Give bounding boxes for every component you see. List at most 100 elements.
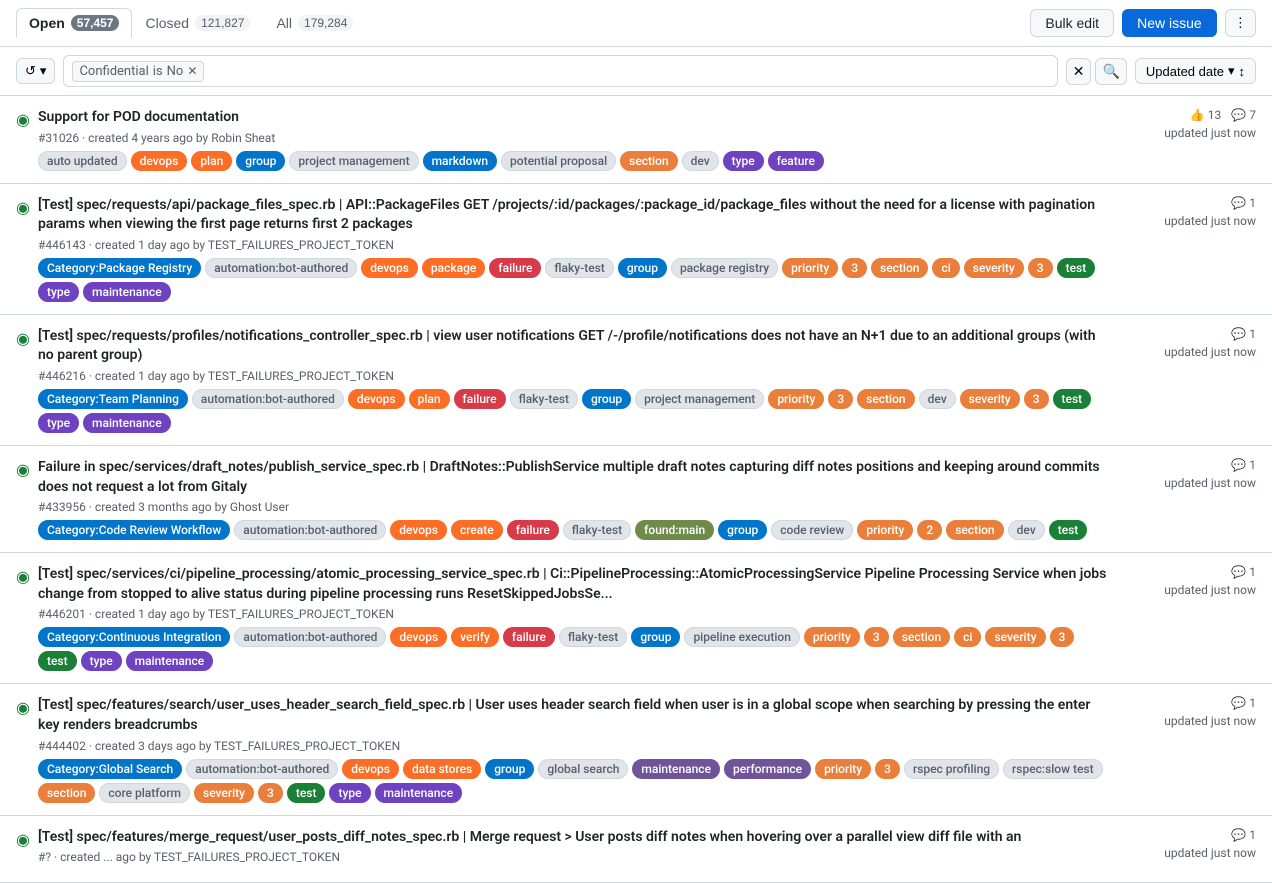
issue-label[interactable]: priority — [782, 258, 838, 278]
issue-label[interactable]: devops — [131, 151, 188, 171]
issue-label[interactable]: test — [1057, 258, 1096, 278]
issue-label[interactable]: Category:Continuous Integration — [38, 627, 230, 647]
issue-label[interactable]: feature — [768, 151, 824, 171]
issue-label[interactable]: section — [38, 783, 95, 803]
issue-label[interactable]: auto updated — [38, 151, 127, 171]
issue-label[interactable]: rspec:slow test — [1003, 759, 1103, 779]
issue-label[interactable]: global search — [538, 759, 628, 779]
issue-label[interactable]: failure — [503, 627, 555, 647]
issue-title-link[interactable]: Failure in spec/services/draft_notes/pub… — [38, 459, 1100, 495]
issue-title-link[interactable]: [Test] spec/features/merge_request/user_… — [38, 829, 1021, 845]
issue-label[interactable]: rspec profiling — [904, 759, 999, 779]
issue-label[interactable]: data stores — [403, 759, 481, 779]
issue-label[interactable]: severity — [960, 389, 1020, 409]
issue-label[interactable]: section — [871, 258, 928, 278]
issue-label[interactable]: dev — [1008, 520, 1045, 540]
issue-label[interactable]: create — [451, 520, 503, 540]
issue-title-link[interactable]: Support for POD documentation — [38, 109, 239, 125]
new-issue-button[interactable]: New issue — [1122, 9, 1217, 37]
issue-label[interactable]: severity — [964, 258, 1024, 278]
issue-label[interactable]: automation:bot-authored — [186, 759, 338, 779]
issue-label[interactable]: found:main — [635, 520, 714, 540]
issue-label[interactable]: automation:bot-authored — [234, 627, 386, 647]
issue-title-link[interactable]: [Test] spec/services/ci/pipeline_process… — [38, 566, 1106, 602]
issue-label[interactable]: severity — [985, 627, 1045, 647]
issue-label[interactable]: Category:Code Review Workflow — [38, 520, 230, 540]
issue-label[interactable]: ci — [954, 627, 981, 647]
issue-label[interactable]: 3 — [842, 258, 867, 278]
issue-label[interactable]: devops — [361, 258, 418, 278]
issue-label[interactable]: package — [422, 258, 485, 278]
issue-label[interactable]: test — [1053, 389, 1092, 409]
issue-label[interactable]: potential proposal — [501, 151, 616, 171]
issue-label[interactable]: priority — [815, 759, 871, 779]
issue-title-link[interactable]: [Test] spec/features/search/user_uses_he… — [38, 697, 1090, 733]
issue-label[interactable]: type — [38, 413, 79, 433]
issue-label[interactable]: Category:Global Search — [38, 759, 182, 779]
issue-label[interactable]: type — [723, 151, 764, 171]
issue-label[interactable]: project management — [289, 151, 418, 171]
issue-label[interactable]: severity — [194, 783, 254, 803]
issue-label[interactable]: maintenance — [375, 783, 463, 803]
issue-label[interactable]: devops — [342, 759, 399, 779]
filter-history-button[interactable]: ↺ ▾ — [16, 58, 55, 84]
issue-label[interactable]: 3 — [1028, 258, 1053, 278]
issue-label[interactable]: automation:bot-authored — [205, 258, 357, 278]
issue-title-link[interactable]: [Test] spec/requests/api/package_files_s… — [38, 197, 1095, 233]
issue-label[interactable]: section — [893, 627, 950, 647]
issue-label[interactable]: type — [329, 783, 370, 803]
issue-label[interactable]: plan — [191, 151, 232, 171]
issue-label[interactable]: 3 — [1050, 627, 1075, 647]
issue-label[interactable]: dev — [919, 389, 956, 409]
issue-label[interactable]: plan — [409, 389, 450, 409]
issue-label[interactable]: performance — [724, 759, 811, 779]
issue-label[interactable]: test — [1049, 520, 1088, 540]
issue-label[interactable]: flaky-test — [510, 389, 578, 409]
issue-label[interactable]: Category:Team Planning — [38, 389, 188, 409]
tab-all[interactable]: All 179,284 — [263, 8, 366, 38]
tab-closed[interactable]: Closed 121,827 — [132, 8, 263, 38]
issue-label[interactable]: group — [582, 389, 631, 409]
issue-label[interactable]: priority — [768, 389, 824, 409]
issue-label[interactable]: failure — [454, 389, 506, 409]
issue-label[interactable]: priority — [857, 520, 913, 540]
issue-label[interactable]: section — [857, 389, 914, 409]
issue-label[interactable]: 3 — [828, 389, 853, 409]
issue-label[interactable]: test — [287, 783, 326, 803]
bulk-edit-button[interactable]: Bulk edit — [1030, 9, 1114, 37]
issue-label[interactable]: package registry — [671, 258, 778, 278]
issue-label[interactable]: failure — [489, 258, 541, 278]
issue-label[interactable]: core platform — [99, 783, 190, 803]
issue-label[interactable]: 3 — [258, 783, 283, 803]
issue-label[interactable]: section — [946, 520, 1003, 540]
issue-label[interactable]: maintenance — [83, 282, 171, 302]
issue-label[interactable]: devops — [390, 520, 447, 540]
issue-label[interactable]: devops — [348, 389, 405, 409]
issue-label[interactable]: flaky-test — [559, 627, 627, 647]
issue-label[interactable]: group — [485, 759, 534, 779]
issue-label[interactable]: ci — [932, 258, 959, 278]
issue-label[interactable]: devops — [390, 627, 447, 647]
issue-label[interactable]: automation:bot-authored — [234, 520, 386, 540]
search-button[interactable]: 🔍 — [1095, 58, 1126, 85]
issue-label[interactable]: type — [38, 282, 79, 302]
issue-label[interactable]: Category:Package Registry — [38, 258, 201, 278]
issue-label[interactable]: group — [718, 520, 767, 540]
issue-label[interactable]: automation:bot-authored — [192, 389, 344, 409]
issue-label[interactable]: code review — [771, 520, 853, 540]
issue-label[interactable]: group — [631, 627, 680, 647]
clear-filter-button[interactable]: ✕ — [1066, 58, 1092, 85]
issue-label[interactable]: 3 — [1024, 389, 1049, 409]
issue-label[interactable]: verify — [451, 627, 499, 647]
issue-label[interactable]: project management — [635, 389, 764, 409]
tab-open[interactable]: Open 57,457 — [16, 8, 132, 38]
issue-label[interactable]: maintenance — [126, 651, 214, 671]
more-options-button[interactable]: ⋮ — [1225, 9, 1256, 37]
issue-label[interactable]: group — [618, 258, 667, 278]
issue-label[interactable]: maintenance — [83, 413, 171, 433]
issue-label[interactable]: group — [236, 151, 285, 171]
issue-label[interactable]: priority — [804, 627, 860, 647]
issue-label[interactable]: test — [38, 651, 77, 671]
issue-label[interactable]: maintenance — [632, 759, 720, 779]
issue-title-link[interactable]: [Test] spec/requests/profiles/notificati… — [38, 328, 1096, 364]
